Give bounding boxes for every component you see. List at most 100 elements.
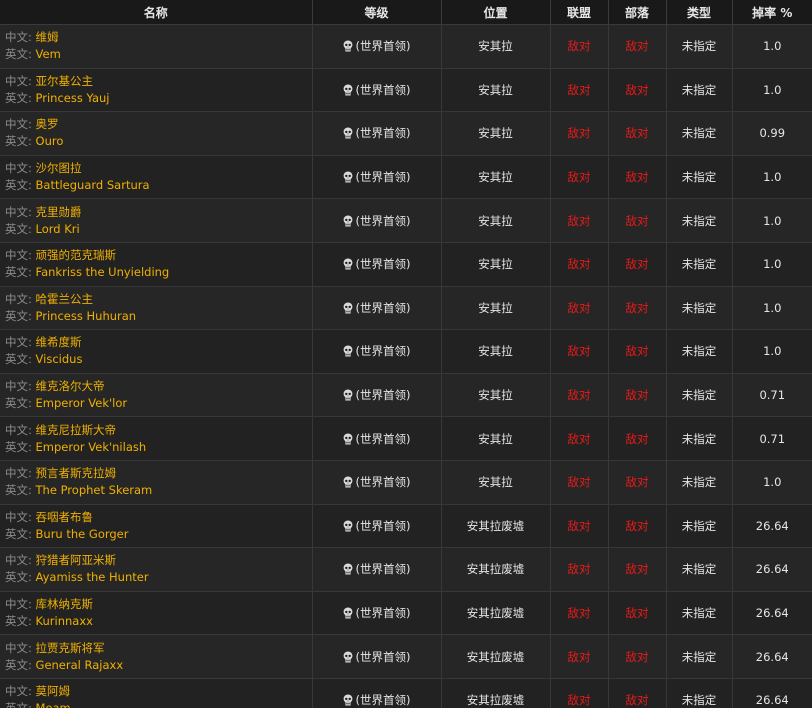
zh-label: 中文: — [5, 553, 36, 568]
drop-rate-cell: 1.0 — [732, 329, 812, 374]
en-label: 英文: — [5, 352, 36, 367]
boss-name-zh[interactable]: 顽强的范克瑞斯 — [36, 248, 117, 262]
type-cell: 未指定 — [666, 460, 733, 505]
level-cell: (世界首领) — [312, 286, 442, 331]
zh-label: 中文: — [5, 161, 36, 176]
location-cell: 安其拉废墟 — [441, 634, 551, 679]
header-location[interactable]: 位置 — [441, 0, 551, 25]
en-name-line: 英文: General Rajaxx — [5, 657, 311, 674]
table-row: 中文: 维姆 英文: Vem (世界首领) 安其拉 敌对 敌对 未指定 1.0 — [0, 24, 812, 69]
horde-cell: 敌对 — [608, 68, 667, 113]
header-horde[interactable]: 部落 — [608, 0, 667, 25]
en-label: 英文: — [5, 47, 36, 62]
boss-name-zh[interactable]: 拉贾克斯将军 — [36, 641, 105, 655]
skull-icon — [343, 607, 352, 619]
en-label: 英文: — [5, 90, 36, 105]
horde-cell: 敌对 — [608, 111, 667, 156]
boss-name-en[interactable]: Ayamiss the Hunter — [36, 570, 149, 584]
name-cell: 中文: 维姆 英文: Vem — [0, 24, 313, 69]
boss-name-zh[interactable]: 维姆 — [36, 30, 59, 44]
zh-label: 中文: — [5, 684, 36, 699]
boss-name-en[interactable]: Buru the Gorger — [36, 527, 129, 541]
en-label: 英文: — [5, 701, 36, 708]
boss-name-zh[interactable]: 亚尔基公主 — [36, 74, 94, 88]
type-cell: 未指定 — [666, 591, 733, 636]
horde-cell: 敌对 — [608, 242, 667, 287]
boss-name-zh[interactable]: 哈霍兰公主 — [36, 292, 94, 306]
boss-name-zh[interactable]: 狩猎者阿亚米斯 — [36, 553, 117, 567]
type-cell: 未指定 — [666, 242, 733, 287]
header-level[interactable]: 等级 — [312, 0, 442, 25]
en-label: 英文: — [5, 308, 36, 323]
en-name-line: 英文: Ouro — [5, 133, 311, 150]
boss-name-zh[interactable]: 库林纳克斯 — [36, 597, 94, 611]
drop-rate-cell: 1.0 — [732, 155, 812, 200]
boss-name-en[interactable]: Emperor Vek'lor — [36, 396, 128, 410]
horde-cell: 敌对 — [608, 416, 667, 461]
horde-cell: 敌对 — [608, 286, 667, 331]
boss-name-zh[interactable]: 克里勋爵 — [36, 205, 82, 219]
boss-name-en[interactable]: General Rajaxx — [36, 658, 124, 672]
table-row: 中文: 维克尼拉斯大帝 英文: Emperor Vek'nilash (世界首领… — [0, 416, 812, 461]
boss-name-zh[interactable]: 沙尔图拉 — [36, 161, 82, 175]
boss-name-en[interactable]: Princess Huhuran — [36, 309, 137, 323]
type-cell: 未指定 — [666, 111, 733, 156]
boss-name-en[interactable]: Fankriss the Unyielding — [36, 265, 170, 279]
location-cell: 安其拉 — [441, 242, 551, 287]
boss-name-zh[interactable]: 维克洛尔大帝 — [36, 379, 105, 393]
en-name-line: 英文: Lord Kri — [5, 221, 311, 238]
boss-name-zh[interactable]: 吞咽者布鲁 — [36, 510, 94, 524]
boss-name-zh[interactable]: 奥罗 — [36, 117, 59, 131]
alliance-cell: 敌对 — [550, 198, 609, 243]
level-text: (世界首领) — [355, 39, 411, 54]
boss-name-zh[interactable]: 莫阿姆 — [36, 684, 71, 698]
drop-rate-cell: 1.0 — [732, 68, 812, 113]
skull-icon — [343, 476, 352, 488]
skull-icon — [343, 127, 352, 139]
boss-name-en[interactable]: Emperor Vek'nilash — [36, 440, 147, 454]
table-row: 中文: 狩猎者阿亚米斯 英文: Ayamiss the Hunter (世界首领… — [0, 547, 812, 592]
zh-label: 中文: — [5, 73, 36, 88]
boss-name-zh[interactable]: 预言者斯克拉姆 — [36, 466, 117, 480]
boss-name-en[interactable]: Viscidus — [36, 352, 83, 366]
level-cell: (世界首领) — [312, 547, 442, 592]
header-name[interactable]: 名称 — [0, 0, 313, 25]
alliance-cell: 敌对 — [550, 242, 609, 287]
table-body: 中文: 维姆 英文: Vem (世界首领) 安其拉 敌对 敌对 未指定 1.0 … — [0, 24, 812, 708]
table-header: 名称 等级 位置 联盟 部落 类型 掉率 % — [0, 0, 812, 25]
horde-cell: 敌对 — [608, 198, 667, 243]
boss-name-en[interactable]: The Prophet Skeram — [36, 483, 153, 497]
boss-name-zh[interactable]: 维希度斯 — [36, 335, 82, 349]
location-cell: 安其拉 — [441, 24, 551, 69]
level-text: (世界首领) — [355, 170, 411, 185]
horde-cell: 敌对 — [608, 373, 667, 418]
skull-icon — [343, 215, 352, 227]
zh-name-line: 中文: 预言者斯克拉姆 — [5, 465, 311, 482]
boss-name-en[interactable]: Ouro — [36, 134, 64, 148]
zh-label: 中文: — [5, 291, 36, 306]
boss-name-en[interactable]: Battleguard Sartura — [36, 178, 150, 192]
zh-name-line: 中文: 维希度斯 — [5, 334, 311, 351]
boss-drop-table: 名称 等级 位置 联盟 部落 类型 掉率 % 中文: 维姆 英文: Vem (世… — [0, 0, 812, 708]
en-name-line: 英文: Fankriss the Unyielding — [5, 264, 311, 281]
boss-name-en[interactable]: Vem — [36, 47, 61, 61]
level-text: (世界首领) — [355, 388, 411, 403]
name-cell: 中文: 维克尼拉斯大帝 英文: Emperor Vek'nilash — [0, 416, 313, 461]
boss-name-en[interactable]: Kurinnaxx — [36, 614, 93, 628]
zh-name-line: 中文: 沙尔图拉 — [5, 160, 311, 177]
level-cell: (世界首领) — [312, 24, 442, 69]
type-cell: 未指定 — [666, 24, 733, 69]
boss-name-zh[interactable]: 维克尼拉斯大帝 — [36, 423, 117, 437]
header-drop-rate[interactable]: 掉率 % — [732, 0, 812, 25]
level-text: (世界首领) — [355, 693, 411, 708]
boss-name-en[interactable]: Princess Yauj — [36, 91, 110, 105]
header-alliance[interactable]: 联盟 — [550, 0, 609, 25]
zh-name-line: 中文: 吞咽者布鲁 — [5, 509, 311, 526]
en-name-line: 英文: Princess Huhuran — [5, 308, 311, 325]
skull-icon — [343, 84, 352, 96]
type-cell: 未指定 — [666, 198, 733, 243]
location-cell: 安其拉废墟 — [441, 591, 551, 636]
header-type[interactable]: 类型 — [666, 0, 733, 25]
boss-name-en[interactable]: Moam — [36, 701, 71, 708]
boss-name-en[interactable]: Lord Kri — [36, 222, 80, 236]
